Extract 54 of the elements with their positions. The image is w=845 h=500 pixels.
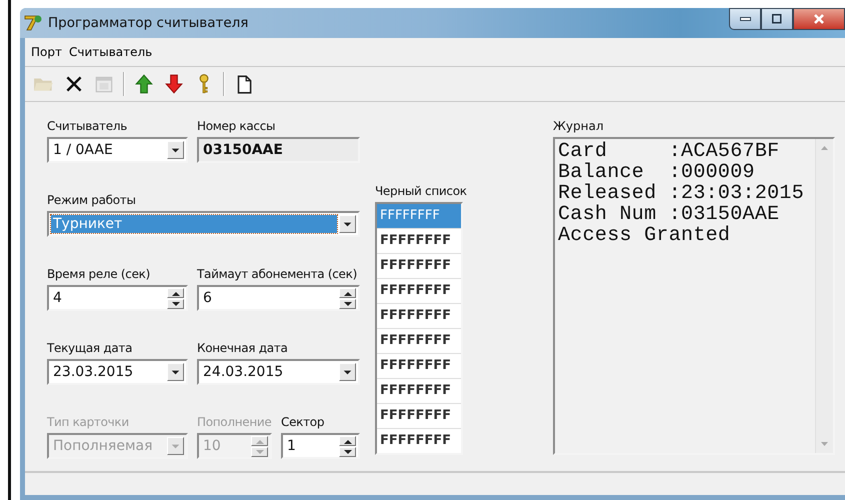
dropdown[interactable]: 23.03.2015: [47, 359, 188, 385]
spin-down-icon: [339, 298, 356, 308]
spin-field[interactable]: 6: [197, 285, 360, 311]
spin-down-icon: [339, 446, 356, 456]
maximize-icon: [772, 14, 782, 24]
list-item[interactable]: FFFFFFFF: [377, 254, 461, 278]
minimize-icon: [740, 17, 750, 21]
log-line: Access Granted: [558, 225, 732, 246]
log-line: Card :ACA567BF: [558, 141, 780, 162]
text-field[interactable]: 03150AAE: [197, 137, 360, 163]
field-label: Номер кассы: [197, 119, 276, 134]
field-label: Таймаут абонемента (сек): [197, 267, 358, 282]
dropdown[interactable]: 1 / 0AAE: [47, 137, 188, 163]
list-item[interactable]: FFFFFFFF: [377, 329, 461, 353]
window-title: Программатор считывателя: [48, 15, 248, 31]
menu-item[interactable]: Порт: [31, 45, 62, 59]
field-label: Текущая дата: [47, 341, 134, 356]
list-item[interactable]: FFFFFFFF: [377, 404, 461, 428]
close-icon: [814, 14, 824, 24]
down-arrow-icon[interactable]: [163, 72, 185, 96]
spin-down-icon: [251, 446, 268, 456]
field-label: Режим работы: [47, 193, 137, 208]
list-item[interactable]: FFFFFFFF: [377, 429, 461, 453]
spin-up-icon: [339, 288, 356, 298]
spin-up-icon: [339, 436, 356, 446]
log-line: Released :23:03:2015: [558, 183, 806, 204]
list-item[interactable]: FFFFFFFF: [377, 379, 461, 403]
scroll-up-icon: [820, 145, 829, 151]
field-label: Конечная дата: [197, 341, 289, 356]
field-label: Считыватель: [47, 119, 128, 134]
spin-down-icon: [167, 298, 184, 308]
list-item[interactable]: FFFFFFFF: [377, 279, 461, 303]
log-line: Balance :000009: [558, 162, 756, 183]
spin-up-icon: [167, 288, 184, 298]
dropdown[interactable]: 24.03.2015: [197, 359, 360, 385]
minimize-button[interactable]: [729, 8, 761, 30]
field-label: Сектор: [281, 415, 326, 430]
log-line: Cash Num :03150AAE: [558, 204, 780, 225]
close-button[interactable]: [793, 8, 845, 30]
spin-field[interactable]: 1: [281, 433, 360, 459]
maximize-button[interactable]: [761, 8, 793, 30]
scroll-down-icon: [820, 441, 829, 447]
log-label: Журнал: [553, 119, 605, 134]
up-arrow-icon[interactable]: [133, 72, 155, 96]
list-item[interactable]: FFFFFFFF: [377, 229, 461, 253]
list-item[interactable]: FFFFFFFF: [377, 354, 461, 378]
spin-up-icon: [251, 436, 268, 446]
field-label: Пополнение: [197, 415, 272, 430]
list-item[interactable]: FFFFFFFF: [377, 304, 461, 328]
spin-field[interactable]: 4: [47, 285, 188, 311]
app-icon: [24, 14, 42, 32]
field-label: Тип карточки: [47, 415, 130, 430]
field-label: Время реле (сек): [47, 267, 151, 282]
menu-item[interactable]: Считыватель: [68, 45, 152, 59]
